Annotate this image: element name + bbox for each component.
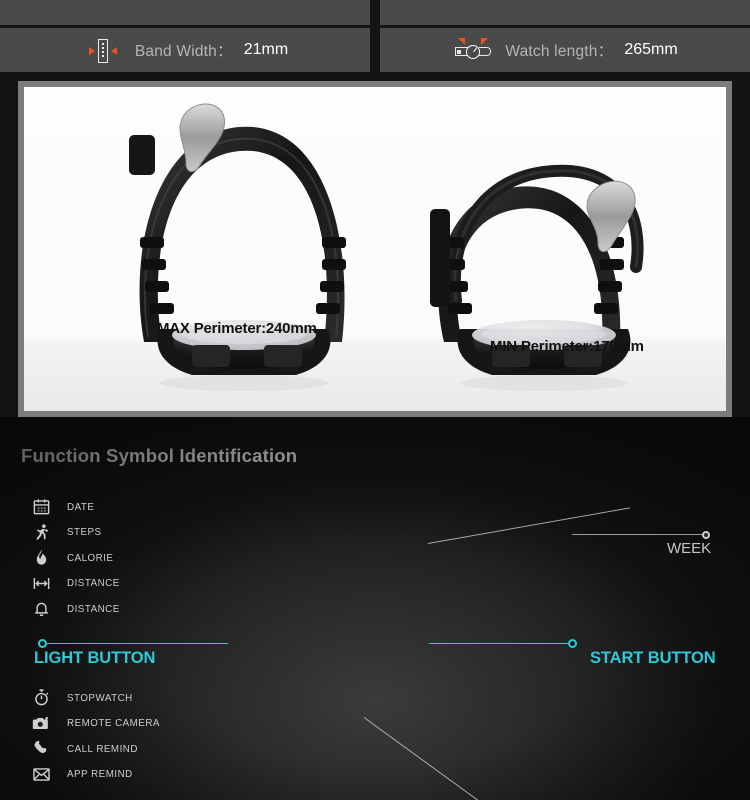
callout-line — [429, 643, 569, 645]
camera-icon — [32, 714, 51, 733]
list-item: DISTANCE — [32, 571, 124, 597]
spec-row-partial — [0, 0, 750, 25]
spec-cell-partial-right — [375, 0, 750, 25]
spec-cell-watch-length: Watch length： 265mm — [375, 28, 750, 72]
spec-row: Band Width： 21mm Watch length： 265mm — [0, 28, 750, 72]
watch-length-icon — [452, 36, 494, 64]
callout-dot — [568, 639, 577, 648]
function-list-top: DATE STEPS CALORIE DISTANCE DISTANCE — [32, 494, 124, 622]
list-item-label: DISTANCE — [67, 577, 120, 590]
band-width-label: Band Width： — [134, 43, 233, 60]
band-illustration — [129, 103, 644, 391]
callout-label: START BUTTON — [590, 649, 716, 667]
list-item-label: CALL REMIND — [67, 742, 138, 755]
callout-label: LIGHT BUTTON — [34, 649, 156, 667]
band-width-icon — [82, 36, 124, 64]
callout-line — [42, 643, 228, 645]
bell-icon — [32, 599, 51, 618]
list-item: CALORIE — [32, 545, 124, 571]
list-item: APP REMIND — [32, 762, 167, 788]
function-list-bottom: STOPWATCH REMOTE CAMERA CALL REMIND APP … — [32, 685, 167, 787]
list-item: CALL REMIND — [32, 736, 167, 762]
section-title: Function Symbol Identification — [21, 445, 298, 466]
leader-line-start-hint — [363, 717, 486, 800]
band-photo-inner: MAX Perimeter:240mm MIN Perimeter:170mm — [24, 87, 726, 411]
stopwatch-icon — [32, 688, 51, 707]
min-perimeter-caption: MIN Perimeter:170mm — [490, 338, 644, 355]
list-item-label: STOPWATCH — [67, 691, 133, 704]
list-item-label: APP REMIND — [67, 768, 133, 781]
list-item-label: STEPS — [67, 526, 102, 539]
band-width-value: 21mm — [243, 41, 289, 58]
leader-line-week — [427, 507, 630, 544]
list-item-label: DISTANCE — [67, 602, 120, 615]
calendar-icon — [32, 497, 51, 516]
list-item: STEPS — [32, 520, 124, 546]
max-perimeter-caption: MAX Perimeter:240mm — [157, 320, 317, 337]
list-item: DATE — [32, 494, 124, 520]
envelope-icon — [32, 765, 51, 784]
runner-icon — [32, 523, 51, 542]
callout-dot — [702, 530, 710, 539]
watch-length-value: 265mm — [624, 41, 678, 58]
callout-label: WEEK — [667, 540, 712, 557]
spec-cell-partial-left — [0, 0, 375, 25]
flame-icon — [32, 548, 51, 567]
list-item-label: DATE — [67, 500, 95, 513]
watch-length-label: Watch length： — [505, 43, 614, 60]
function-symbol-section: Function Symbol Identification EL LUMINT… — [0, 417, 750, 800]
band-photo-panel: MAX Perimeter:240mm MIN Perimeter:170mm — [18, 81, 732, 417]
ruler-icon — [32, 574, 51, 593]
callout-line — [572, 534, 706, 536]
triangle-icon — [544, 0, 586, 12]
spec-cell-band-width: Band Width： 21mm — [0, 28, 375, 72]
callout-dot — [38, 639, 47, 648]
list-item: REMOTE CAMERA — [32, 711, 167, 737]
list-item: DISTANCE — [32, 596, 124, 622]
list-item-label: CALORIE — [67, 551, 114, 564]
phone-icon — [32, 739, 51, 758]
list-item: STOPWATCH — [32, 685, 167, 711]
list-item-label: REMOTE CAMERA — [67, 717, 160, 730]
